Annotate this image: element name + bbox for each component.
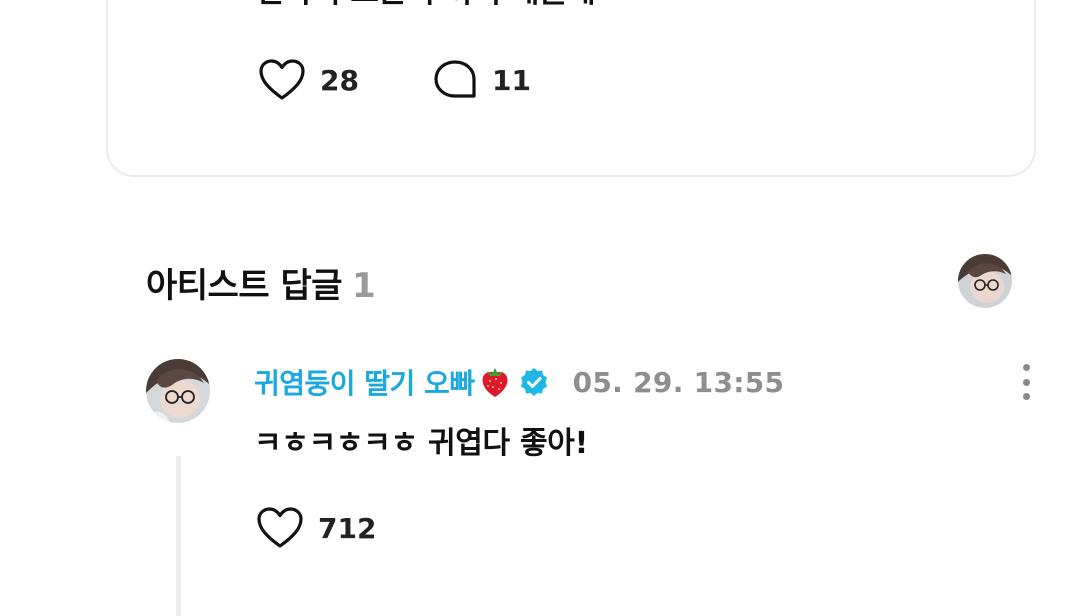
heart-icon: [259, 59, 305, 100]
comment-bubble-icon: [434, 60, 476, 98]
verified-badge-icon: [519, 367, 549, 397]
comment-thread-screen: 안아서 드는거 까지 해줄게 28 11 아티스트 답글1: [0, 0, 1080, 616]
post-like-button[interactable]: 28: [258, 58, 359, 102]
artist-replies-title: 아티스트 답글: [146, 266, 343, 306]
post-comment-button[interactable]: 11: [432, 58, 531, 102]
reply-header: 귀염둥이 딸기 오빠 05. 29. 13:55: [254, 362, 784, 402]
artist-replies-header: 아티스트 답글 1: [146, 258, 376, 307]
reply-like-count: 712: [318, 511, 377, 545]
artist-replies-count: 1: [352, 266, 376, 306]
heart-icon: [257, 507, 303, 548]
strawberry-icon: [479, 365, 511, 399]
reply-timestamp: 05. 29. 13:55: [572, 365, 785, 399]
thread-connector-line: [176, 456, 181, 616]
reply-like-button[interactable]: 712: [256, 506, 376, 550]
reply-author-name[interactable]: 귀염둥이 딸기 오빠: [254, 362, 475, 402]
artist-avatar[interactable]: [958, 254, 1012, 308]
post-card: 안아서 드는거 까지 해줄게 28 11: [106, 0, 1036, 177]
reply-text: ㅋㅎㅋㅎㅋㅎ 귀엽다 좋아!: [254, 426, 588, 461]
post-like-count: 28: [320, 63, 359, 97]
post-text: 안아서 드는거 까지 해줄게: [256, 0, 596, 11]
post-comment-count: 11: [492, 63, 531, 97]
more-vertical-icon[interactable]: [1012, 364, 1040, 400]
reply-author-avatar[interactable]: [146, 359, 210, 423]
